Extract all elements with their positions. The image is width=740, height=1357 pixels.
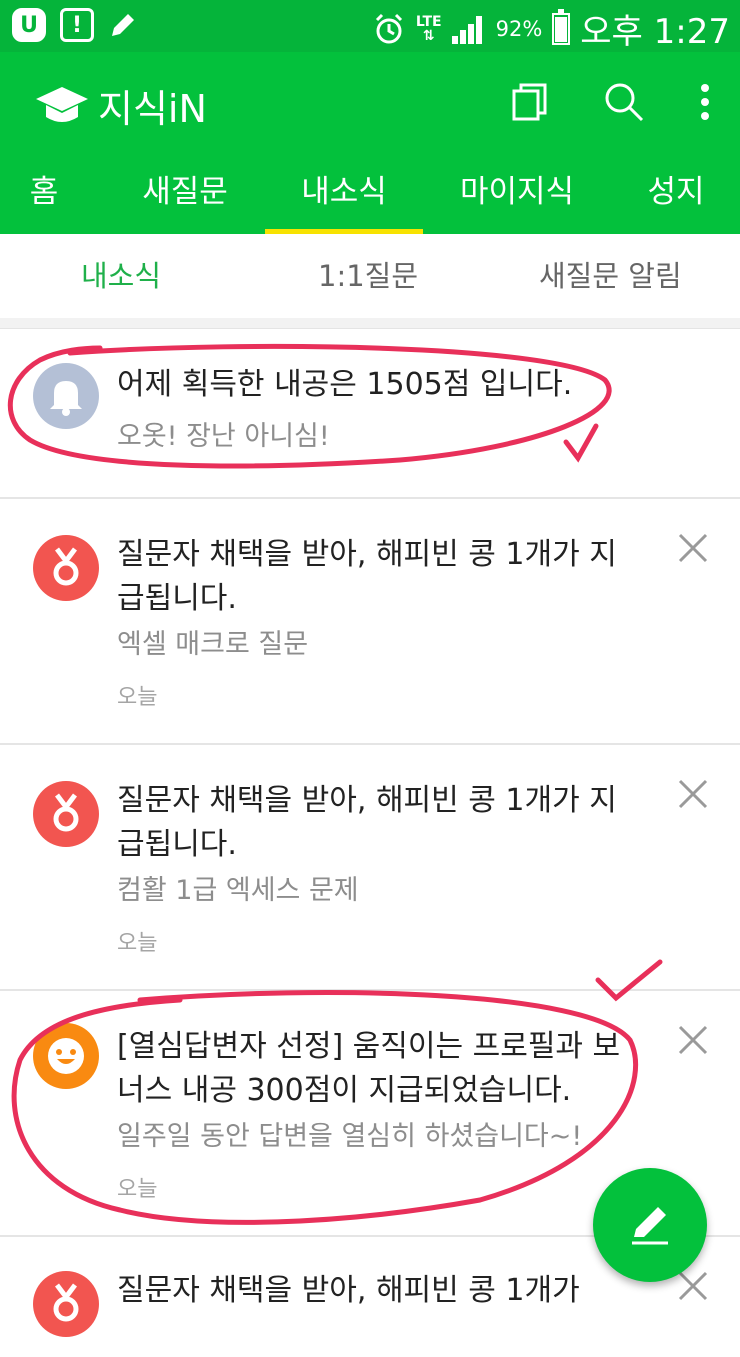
notification-date: 오늘 [117,931,158,956]
tab-my-knowledge[interactable]: 마이지식 [440,150,594,234]
subtab-new-question-alerts[interactable]: 새질문 알림 [539,234,682,318]
app-bar: 지식iN [0,52,740,150]
network-indicator: LTE ⇅ [415,13,442,44]
pencil-icon [632,1207,668,1245]
notification-subtitle: 오옷! 장난 아니심! [117,421,330,452]
medal-icon [33,535,99,601]
tab-my-news[interactable]: 내소식 [265,150,423,234]
notification-date: 오늘 [117,685,158,710]
main-tabs: 홈 새질문 내소식 마이지식 성지 [0,150,740,234]
signal-icon [451,14,486,44]
search-icon[interactable] [604,82,644,122]
pencil-notification-icon [112,14,134,36]
sub-tabs: 내소식 1:1질문 새질문 알림 [0,234,740,319]
medal-icon [33,1271,99,1337]
smile-icon [33,1023,99,1089]
more-vert-icon[interactable] [700,84,710,120]
tab-holy-place[interactable]: 성지 [630,150,722,234]
app-logo[interactable]: 지식iN [34,78,207,133]
clock: 오후 1:27 [580,12,730,52]
notification-subtitle: 일주일 동안 답변을 열심히 하셨습니다~! [117,1121,583,1152]
graduation-cap-icon [36,86,88,122]
status-bar: U ! LTE ⇅ 92% 오후 1:27 [0,0,740,52]
list-item[interactable]: 어제 획득한 내공은 1505점 입니다. 오옷! 장난 아니심! [0,329,740,499]
app-title: 지식iN [98,87,207,131]
tab-home[interactable]: 홈 [0,150,88,234]
copy-icon[interactable] [512,83,548,121]
tab-new-questions[interactable]: 새질문 [110,150,260,234]
list-item[interactable]: 질문자 채택을 받아, 해피빈 콩 1개가 지급됩니다. 컴활 1급 엑세스 문… [0,745,740,991]
divider [0,318,740,329]
bell-icon [33,363,99,429]
list-item[interactable]: 질문자 채택을 받아, 해피빈 콩 1개가 지급됩니다. 엑셀 매크로 질문 오… [0,499,740,745]
notification-date: 오늘 [117,1177,158,1202]
notification-title: 어제 획득한 내공은 1505점 입니다. [117,367,573,402]
notification-title: 질문자 채택을 받아, 해피빈 콩 1개가 지급됩니다. [117,783,617,862]
battery-icon [552,8,571,45]
close-icon[interactable] [676,1269,710,1303]
notification-title: [열심답변자 선정] 움직이는 프로필과 보너스 내공 300점이 지급되었습니… [117,1029,621,1108]
subtab-one-on-one[interactable]: 1:1질문 [318,234,418,318]
battery-percent: 92% [495,16,543,41]
notification-subtitle: 컴활 1급 엑세스 문제 [117,875,359,906]
medal-icon [33,781,99,847]
close-icon[interactable] [676,531,710,565]
close-icon[interactable] [676,1023,710,1057]
alert-icon: ! [60,8,94,42]
notification-subtitle: 엑셀 매크로 질문 [117,629,309,660]
alarm-icon [375,13,402,43]
write-fab-button[interactable] [593,1168,707,1282]
uplus-icon: U [12,8,46,42]
close-icon[interactable] [676,777,710,811]
notification-title: 질문자 채택을 받아, 해피빈 콩 1개가 지급됩니다. [117,537,617,616]
subtab-my-news[interactable]: 내소식 [81,234,161,318]
notification-title: 질문자 채택을 받아, 해피빈 콩 1개가 [117,1273,580,1308]
